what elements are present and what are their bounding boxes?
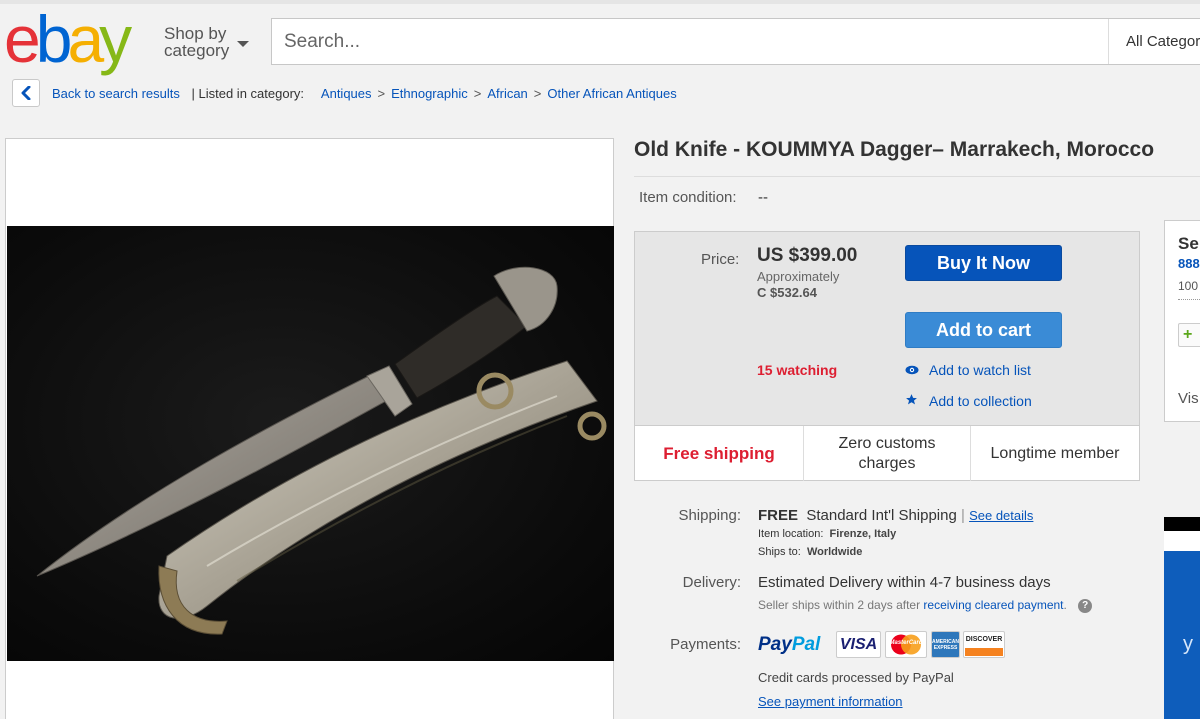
discover-label: DISCOVER xyxy=(965,636,1003,643)
visa-card-icon: VISA xyxy=(836,631,881,658)
seller-feedback: 100 xyxy=(1178,279,1199,293)
delivery-note-end: . xyxy=(1063,598,1067,612)
search-box: All Categories xyxy=(271,18,1200,65)
visa-label: VISA xyxy=(839,636,878,653)
shipping-label: Shipping: xyxy=(678,507,741,524)
visit-store-link[interactable]: Vis xyxy=(1178,390,1199,407)
logo-letter-y: y xyxy=(99,2,132,76)
follow-seller-button[interactable]: + xyxy=(1178,323,1200,347)
condition-value: -- xyxy=(758,189,768,206)
crumb-antiques[interactable]: Antiques xyxy=(321,86,372,101)
shop-by-label: Shop by xyxy=(164,24,227,43)
seller-heading: Se xyxy=(1178,234,1199,253)
crumb-separator: > xyxy=(533,86,542,101)
shipping-free: FREE xyxy=(758,507,799,524)
payments-label: Payments: xyxy=(670,636,741,653)
add-to-watch-list-link[interactable]: Add to watch list xyxy=(905,362,1031,378)
approx-value: C $532.64 xyxy=(757,285,817,300)
logo-letter-b: b xyxy=(35,2,73,76)
advertisement[interactable]: y xyxy=(1164,517,1200,719)
discover-card-icon: DISCOVER xyxy=(963,631,1005,658)
shop-by-category-button[interactable]: Shop by category xyxy=(164,25,229,59)
feature-row: Free shipping Zero customs charges Longt… xyxy=(635,425,1139,481)
seller-panel: Se 888 100 + Vis xyxy=(1164,220,1200,422)
ebay-logo[interactable]: ebay xyxy=(4,2,132,76)
shipping-pipe: | xyxy=(961,507,965,524)
zero-customs-badge: Zero customs charges xyxy=(838,434,936,472)
ships-to: Ships to: Worldwide xyxy=(758,546,862,558)
dagger-illustration xyxy=(36,266,607,635)
divider xyxy=(634,176,1200,177)
watch-list-label: Add to watch list xyxy=(929,362,1031,378)
paypal-logo: PayPal xyxy=(758,634,820,656)
crumb-separator: > xyxy=(377,86,386,101)
price-label: Price: xyxy=(701,251,740,268)
ships-to-value: Worldwide xyxy=(806,546,863,558)
crumb-african[interactable]: African xyxy=(487,86,527,101)
back-to-search-link[interactable]: Back to search results xyxy=(52,86,180,101)
back-button[interactable] xyxy=(12,79,40,107)
delivery-estimate: Estimated Delivery within 4-7 business d… xyxy=(758,574,1051,591)
mastercard-icon: MasterCard xyxy=(885,631,927,658)
collection-label: Add to collection xyxy=(929,393,1032,409)
chevron-down-icon[interactable] xyxy=(237,41,249,47)
category-select[interactable]: All Categories xyxy=(1108,19,1200,64)
buy-it-now-button[interactable]: Buy It Now xyxy=(905,245,1062,281)
paypal-pal: Pal xyxy=(791,634,821,655)
crumb-ethnographic[interactable]: Ethnographic xyxy=(391,86,468,101)
seller-id-link[interactable]: 888 xyxy=(1178,256,1200,271)
longtime-member-badge: Longtime member xyxy=(990,444,1120,462)
chevron-left-icon xyxy=(21,86,31,100)
divider xyxy=(1178,299,1200,300)
eye-icon xyxy=(905,362,921,378)
item-location-value: Firenze, Italy xyxy=(829,528,897,540)
star-icon xyxy=(905,393,921,409)
paypal-pay: Pay xyxy=(758,634,792,655)
search-input[interactable] xyxy=(284,29,1084,55)
free-shipping-badge: Free shipping xyxy=(663,443,775,463)
item-image-panel xyxy=(5,138,614,719)
watching-count: 15 watching xyxy=(757,362,838,378)
listed-in-label: | Listed in category: xyxy=(191,86,305,101)
amex-card-icon: AMERICAN EXPRESS xyxy=(931,631,960,658)
amex-label: AMERICAN EXPRESS xyxy=(932,639,959,651)
price-box: Price: US $399.00 Approximately C $532.6… xyxy=(634,231,1140,481)
ships-to-label: Ships to: xyxy=(758,546,801,558)
price-value: US $399.00 xyxy=(757,245,858,266)
crumb-separator: > xyxy=(473,86,482,101)
condition-label: Item condition: xyxy=(639,189,737,206)
add-to-cart-button[interactable]: Add to cart xyxy=(905,312,1062,348)
logo-letter-e: e xyxy=(4,2,41,76)
delivery-note-text: Seller ships within 2 days after xyxy=(758,598,921,612)
ebay-item-page: ebay Shop by category All Categories Bac… xyxy=(0,0,1200,719)
mastercard-label: MasterCard xyxy=(889,640,923,646)
breadcrumb: Back to search results | Listed in categ… xyxy=(52,86,677,101)
shipping-service: Standard Int'l Shipping xyxy=(806,507,957,524)
see-payment-info-link[interactable]: See payment information xyxy=(758,694,903,709)
discover-stripe xyxy=(965,648,1003,656)
help-icon[interactable]: ? xyxy=(1078,598,1093,613)
item-location-label: Item location: xyxy=(758,528,824,540)
item-location: Item location: Firenze, Italy xyxy=(758,528,896,540)
logo-letter-a: a xyxy=(67,2,104,76)
crumb-other-african-antiques[interactable]: Other African Antiques xyxy=(547,86,676,101)
see-details-link[interactable]: See details xyxy=(969,508,1033,523)
shipping-value: FREE Standard Int'l Shipping | See detai… xyxy=(758,507,1033,524)
item-title: Old Knife - KOUMMYA Dagger– Marrakech, M… xyxy=(634,138,1155,161)
cleared-payment-link[interactable]: receiving cleared payment xyxy=(923,598,1063,612)
category-label: category xyxy=(164,41,230,60)
site-header: ebay Shop by category All Categories xyxy=(0,0,1200,72)
cc-note: Credit cards processed by PayPal xyxy=(758,670,954,685)
item-photo[interactable] xyxy=(7,226,614,661)
delivery-note: Seller ships within 2 days after receivi… xyxy=(758,598,1093,613)
approx-label: Approximately xyxy=(757,269,840,284)
add-to-collection-link[interactable]: Add to collection xyxy=(905,393,1032,409)
ad-text: y xyxy=(1183,633,1193,655)
delivery-label: Delivery: xyxy=(682,574,741,591)
